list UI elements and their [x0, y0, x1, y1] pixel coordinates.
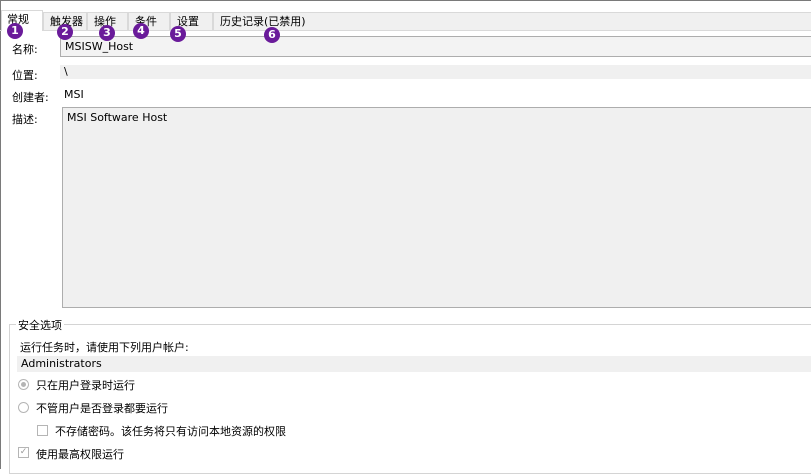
callout-badge-6: 6: [264, 27, 280, 43]
tab-history-label: 历史记录(已禁用): [220, 15, 306, 28]
location-label: 位置:: [12, 69, 38, 82]
radio-logged-on-only[interactable]: [18, 379, 29, 390]
author-label: 创建者:: [12, 91, 49, 104]
checkbox-highest-privileges[interactable]: ✓: [18, 447, 29, 458]
window-left-border: [0, 0, 1, 469]
radio-whether-logged-on[interactable]: [18, 402, 29, 413]
run-as-label: 运行任务时，请使用下列用户帐户:: [20, 341, 189, 354]
callout-badge-5: 5: [170, 26, 186, 42]
description-label: 描述:: [12, 113, 38, 126]
radio-whether-logged-on-label: 不管用户是否登录都要运行: [36, 402, 168, 415]
checkbox-highest-privileges-label: 使用最高权限运行: [36, 448, 124, 461]
radio-logged-on-only-label: 只在用户登录时运行: [36, 379, 135, 392]
checkbox-do-not-store-password[interactable]: [37, 425, 48, 436]
tab-strip-baseline: [0, 30, 811, 31]
callout-badge-2: 2: [57, 24, 73, 40]
checkbox-do-not-store-password-label: 不存储密码。该任务将只有访问本地资源的权限: [55, 425, 286, 438]
callout-badge-1: 1: [7, 23, 23, 39]
user-account-field: Administrators: [17, 356, 811, 372]
location-value: \: [60, 65, 811, 79]
author-value: MSI: [60, 87, 811, 103]
tab-history[interactable]: 历史记录(已禁用): [213, 12, 811, 30]
callout-badge-3: 3: [99, 25, 115, 41]
window-top-border: [0, 0, 811, 1]
name-label: 名称:: [12, 43, 38, 56]
description-textarea[interactable]: MSI Software Host: [62, 107, 811, 308]
security-options-title: 安全选项: [16, 317, 64, 333]
callout-badge-4: 4: [133, 23, 149, 39]
tab-strip: 常规 触发器 操作 条件 设置 历史记录(已禁用): [0, 10, 811, 31]
